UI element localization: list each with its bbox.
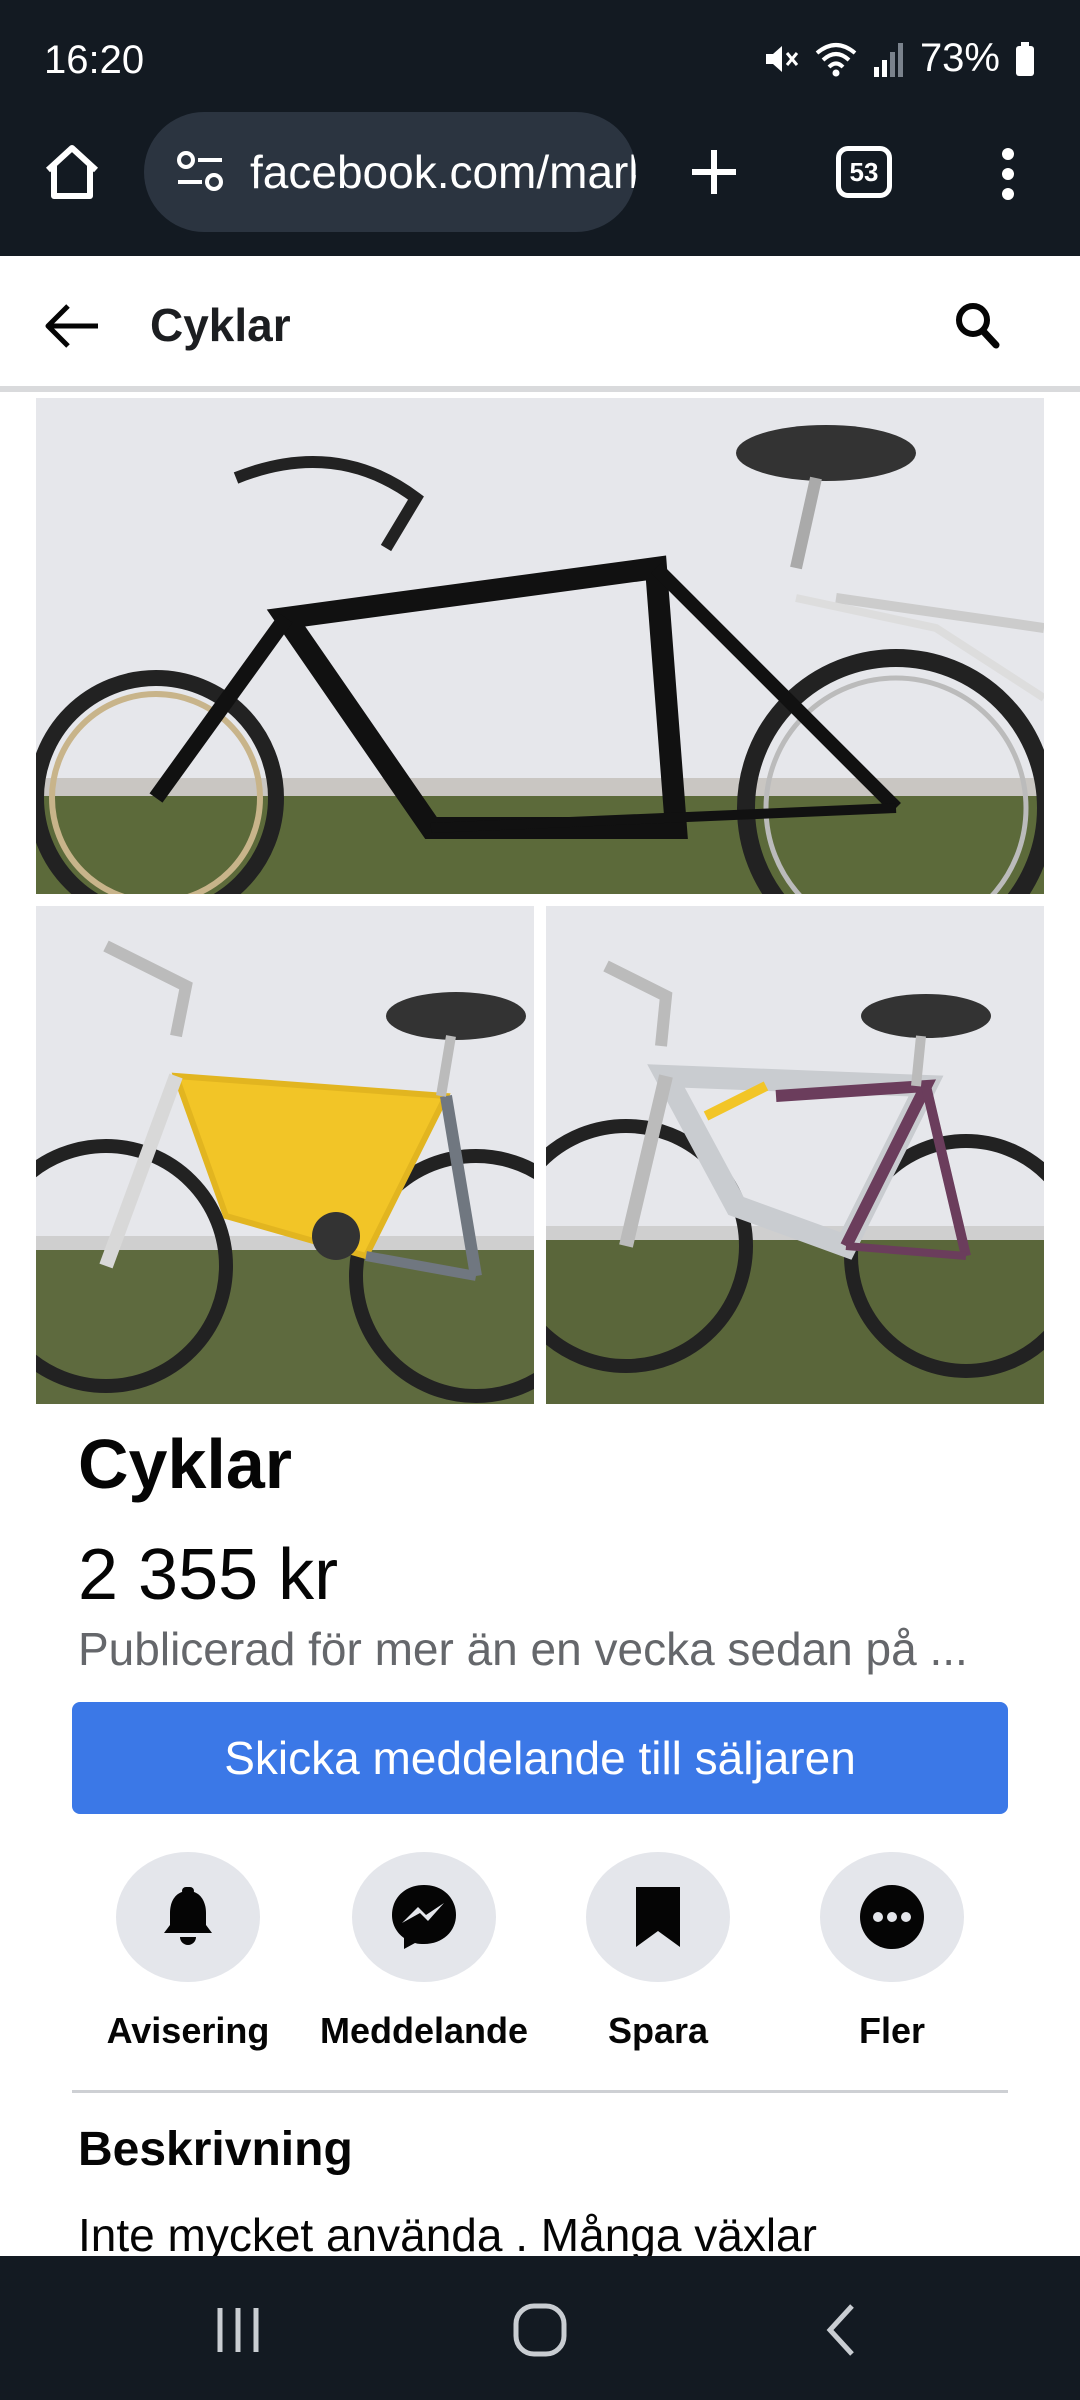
section-divider — [72, 2090, 1008, 2093]
more-vert-icon[interactable] — [986, 142, 1030, 206]
messenger-icon — [392, 1885, 456, 1949]
message-label: Meddelande — [319, 2010, 529, 2051]
back-chevron-icon[interactable] — [814, 2300, 874, 2360]
message-seller-label: Skicka meddelande till säljaren — [224, 1732, 856, 1784]
bell-icon — [164, 1887, 212, 1945]
more-horizontal-icon — [860, 1885, 924, 1949]
description-text: Inte mycket använda . Många växlar — [78, 2209, 817, 2256]
site-settings-icon[interactable] — [172, 144, 228, 200]
bookmark-icon — [636, 1887, 680, 1947]
yellow-bicycle-photo[interactable] — [36, 906, 534, 1404]
home-circle-icon[interactable] — [510, 2300, 570, 2360]
system-nav-bar — [0, 2256, 1080, 2400]
listing-meta[interactable]: Publicerad för mer än en vecka sedan på … — [78, 1622, 1018, 1676]
listing-title: Cyklar — [78, 1425, 293, 1503]
back-arrow-icon[interactable] — [40, 294, 104, 358]
notify-action[interactable]: Avisering — [78, 1852, 298, 2052]
tab-count: 53 — [849, 156, 879, 187]
header-title: Cyklar — [150, 299, 291, 351]
signal-icon — [873, 42, 903, 77]
status-icons: 73% — [760, 36, 1036, 81]
black-bicycle-photo[interactable] — [36, 398, 1044, 894]
tab-switcher-button[interactable]: 53 — [836, 146, 892, 198]
save-label: Spara — [607, 2010, 709, 2051]
mute-icon — [765, 45, 799, 72]
status-time: 16:20 — [44, 38, 145, 82]
notify-label: Avisering — [106, 2010, 270, 2051]
description-heading: Beskrivning — [78, 2123, 353, 2176]
more-button[interactable] — [820, 1852, 964, 1982]
listing-price: 2 355 kr — [78, 1535, 339, 1615]
search-icon[interactable] — [952, 298, 1002, 354]
browser-chrome: 16:20 73% facebook.com/mar 53 — [0, 0, 1080, 256]
marketplace-header: Cyklar — [0, 258, 1080, 392]
save-action[interactable]: Spara — [548, 1852, 768, 2052]
message-button[interactable] — [352, 1852, 496, 1982]
notify-button[interactable] — [116, 1852, 260, 1982]
battery-icon — [1016, 41, 1034, 76]
message-seller-button[interactable]: Skicka meddelande till säljaren — [72, 1702, 1008, 1814]
recents-icon[interactable] — [208, 2300, 268, 2360]
page: 16:20 73% facebook.com/mar 53 Cyklar Cyk… — [0, 0, 1080, 2400]
purple-bicycle-photo[interactable] — [546, 906, 1044, 1404]
plus-icon[interactable] — [686, 140, 742, 204]
more-label: Fler — [858, 2010, 926, 2051]
url-bar[interactable]: facebook.com/marketplace — [144, 112, 636, 232]
save-button[interactable] — [586, 1852, 730, 1982]
url-text[interactable]: facebook.com/marketplace — [250, 145, 636, 199]
battery-percent: 73% — [919, 36, 1000, 80]
home-icon[interactable] — [40, 140, 104, 204]
message-action[interactable]: Meddelande — [314, 1852, 534, 2052]
more-action[interactable]: Fler — [782, 1852, 1002, 2052]
wifi-icon — [815, 42, 857, 76]
